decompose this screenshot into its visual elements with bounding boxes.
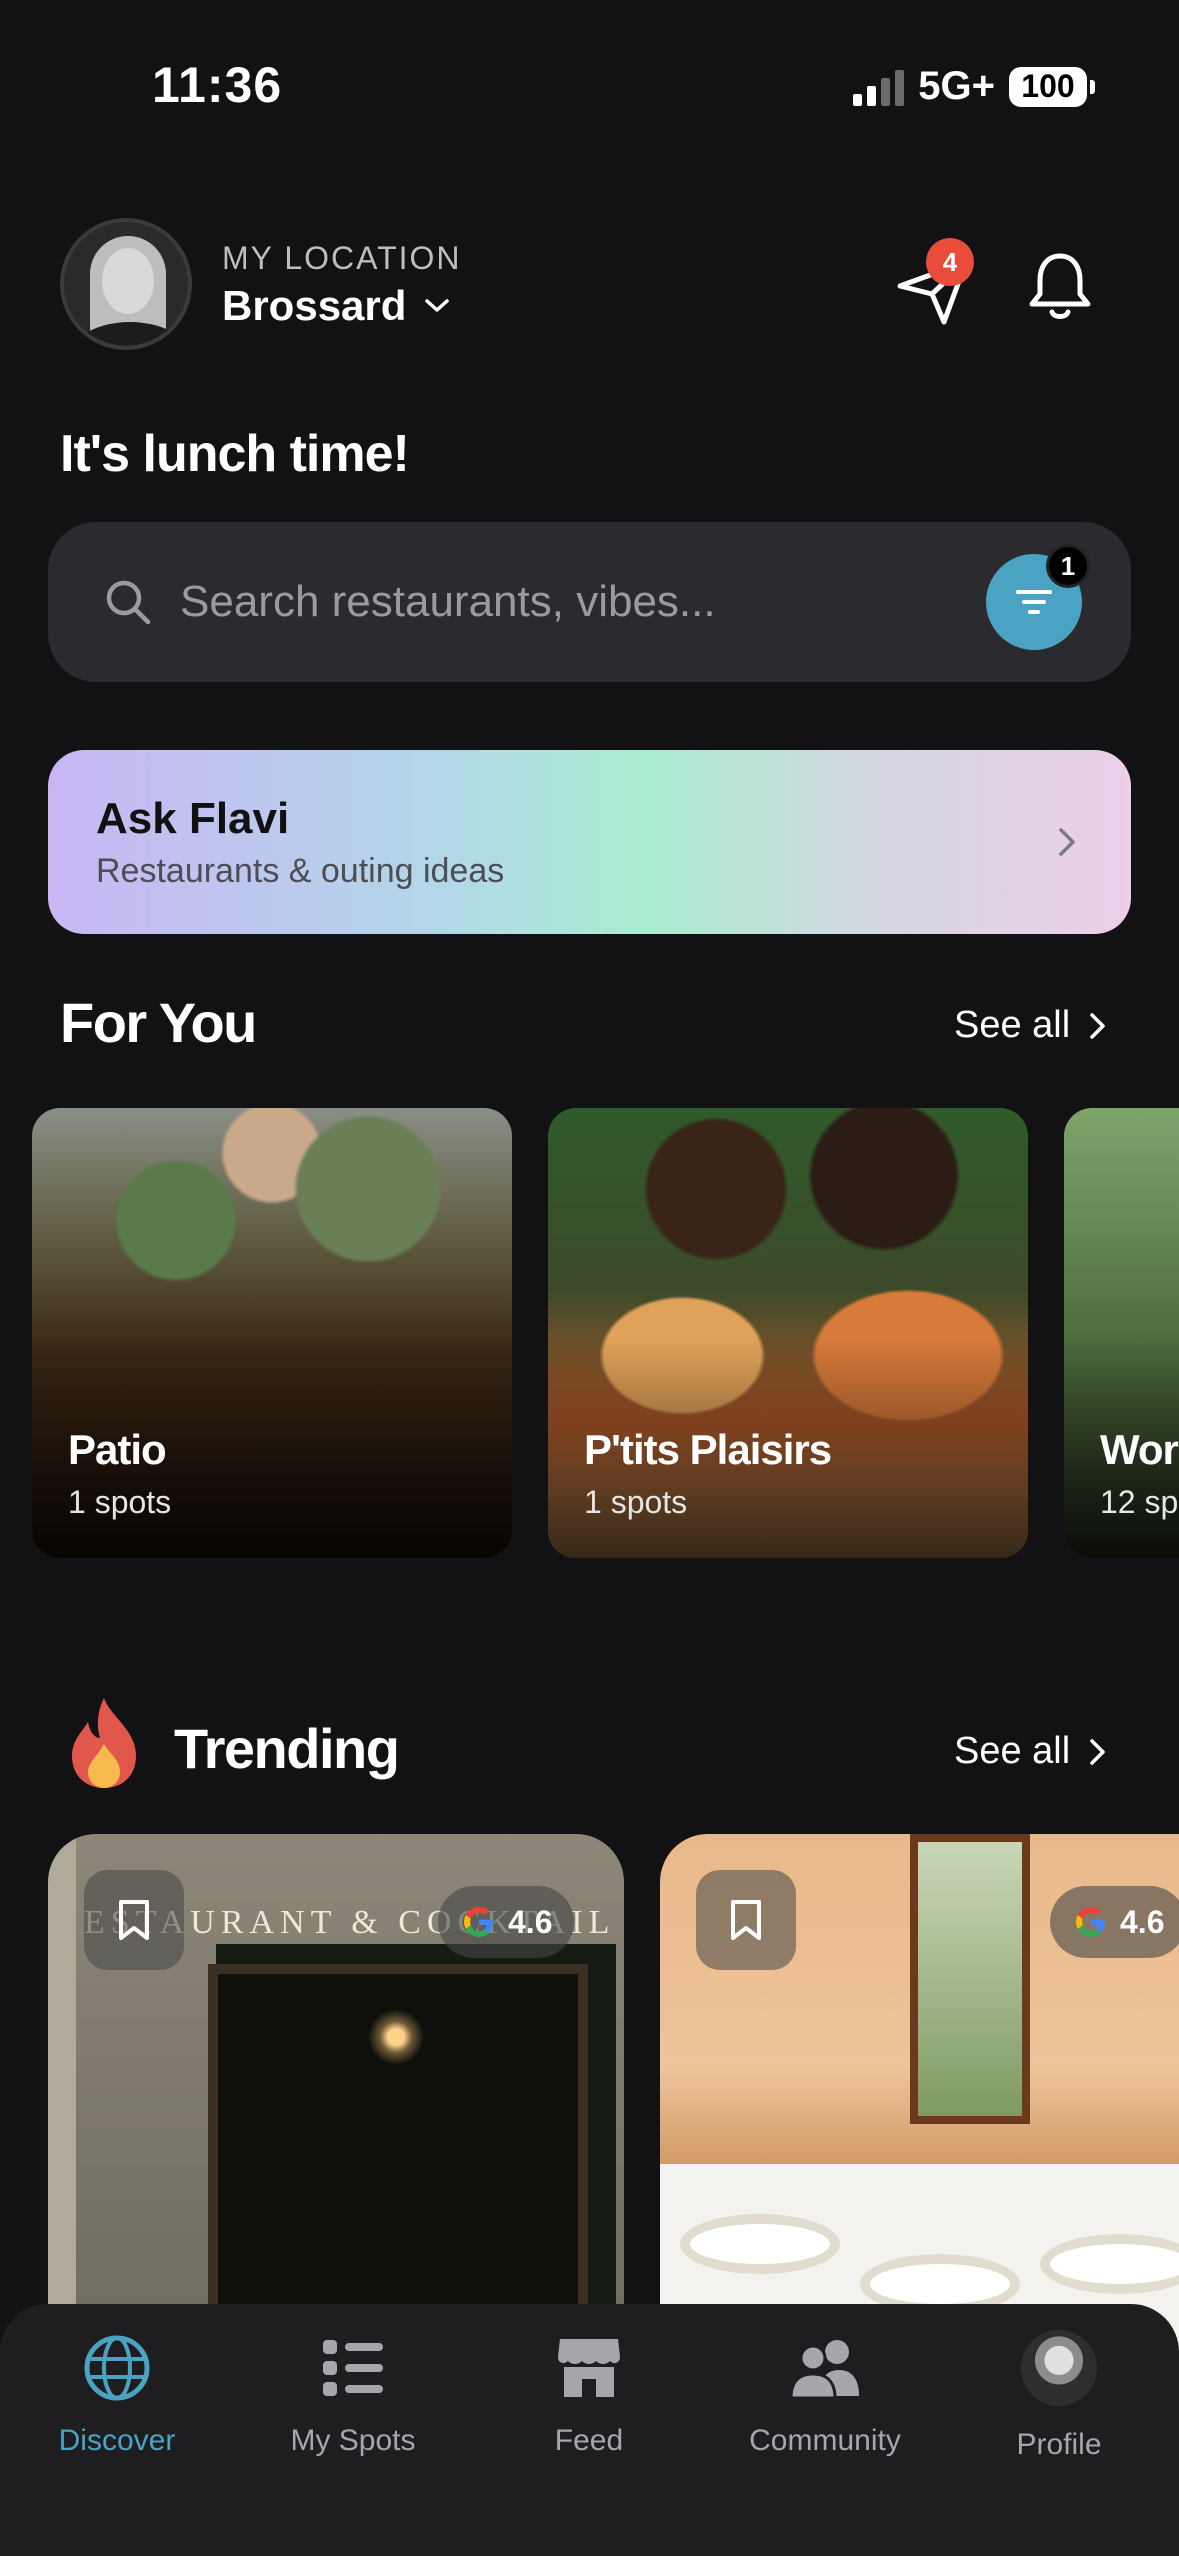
storefront-icon bbox=[558, 2339, 620, 2397]
list-icon bbox=[323, 2340, 383, 2396]
collection-count: 12 spo bbox=[1100, 1484, 1179, 1520]
restaurant-card[interactable]: ESTAURANT & COCKTAIL 4.6 bbox=[48, 1834, 624, 2354]
restaurant-card[interactable]: 4.6 bbox=[660, 1834, 1179, 2354]
filter-icon bbox=[1016, 590, 1052, 614]
collection-title: P'tits Plaisirs bbox=[584, 1426, 832, 1473]
battery-icon: 100 bbox=[1009, 66, 1095, 107]
ask-flavi-title: Ask Flavi bbox=[96, 794, 290, 843]
ask-flavi-banner[interactable]: Ask Flavi Restaurants & outing ideas bbox=[48, 750, 1131, 934]
collection-card[interactable]: Wor 12 spo bbox=[1064, 1108, 1179, 1558]
for-you-carousel[interactable]: Patio 1 spots P'tits Plaisirs 1 spots Wo… bbox=[32, 1108, 1179, 1558]
collection-count: 1 spots bbox=[68, 1484, 172, 1520]
collection-card[interactable]: Patio 1 spots bbox=[32, 1108, 512, 1558]
tab-bar: Discover My Spots Feed Community Profile bbox=[0, 2304, 1179, 2556]
tab-label: Community bbox=[749, 2424, 901, 2457]
search-icon bbox=[106, 580, 151, 625]
people-icon bbox=[789, 2340, 859, 2400]
bookmark-button[interactable] bbox=[84, 1870, 184, 1970]
rating-value: 4.6 bbox=[508, 1903, 553, 1940]
network-type: 5G+ bbox=[918, 64, 995, 108]
google-icon bbox=[1076, 1907, 1105, 1937]
collection-count: 1 spots bbox=[584, 1484, 688, 1520]
messages-badge: 4 bbox=[926, 238, 974, 286]
avatar bbox=[1021, 2330, 1097, 2406]
ask-flavi-subtitle: Restaurants & outing ideas bbox=[96, 852, 505, 890]
globe-icon bbox=[84, 2335, 150, 2401]
chevron-right-icon bbox=[1090, 1738, 1105, 1765]
tab-community[interactable]: Community bbox=[720, 2330, 930, 2490]
location-selector[interactable]: Brossard bbox=[222, 282, 450, 330]
for-you-title: For You bbox=[60, 991, 257, 1054]
chevron-right-icon bbox=[1090, 1012, 1105, 1039]
trending-carousel[interactable]: ESTAURANT & COCKTAIL 4.6 4.6 bbox=[48, 1834, 1179, 2354]
rating-badge: 4.6 bbox=[1050, 1886, 1179, 1958]
tab-profile[interactable]: Profile bbox=[954, 2330, 1164, 2490]
tab-label: Discover bbox=[58, 2424, 176, 2457]
rating-value: 4.6 bbox=[1120, 1903, 1165, 1940]
status-indicators: 5G+ 100 bbox=[853, 64, 1095, 109]
filter-count-badge: 1 bbox=[1046, 544, 1090, 588]
flame-icon bbox=[72, 1698, 136, 1788]
tab-discover[interactable]: Discover bbox=[12, 2330, 222, 2490]
trending-title: Trending bbox=[174, 1717, 400, 1780]
tab-feed[interactable]: Feed bbox=[484, 2330, 694, 2490]
collection-title: Patio bbox=[68, 1426, 167, 1473]
rating-badge: 4.6 bbox=[438, 1886, 575, 1958]
search-bar[interactable] bbox=[48, 522, 1131, 682]
tab-label: My Spots bbox=[290, 2424, 416, 2457]
bookmark-icon bbox=[731, 1900, 761, 1940]
tab-label: Profile bbox=[1016, 2428, 1102, 2461]
see-all-label: See all bbox=[954, 1004, 1071, 1046]
collection-title: Wor bbox=[1100, 1426, 1179, 1473]
tab-my-spots[interactable]: My Spots bbox=[248, 2330, 458, 2490]
collection-card[interactable]: P'tits Plaisirs 1 spots bbox=[548, 1108, 1028, 1558]
for-you-see-all[interactable]: See all bbox=[954, 1004, 1108, 1047]
location-label: MY LOCATION bbox=[222, 240, 462, 276]
status-time: 11:36 bbox=[152, 57, 283, 113]
google-icon bbox=[464, 1907, 493, 1937]
discover-screen: 11:36 5G+ 100 MY LOCATION Brossard 4 It'… bbox=[0, 0, 1179, 2556]
see-all-label: See all bbox=[954, 1730, 1071, 1772]
bookmark-icon bbox=[119, 1900, 149, 1940]
search-input[interactable] bbox=[180, 570, 960, 634]
greeting-heading: It's lunch time! bbox=[60, 425, 410, 483]
chevron-down-icon bbox=[425, 299, 450, 312]
signal-icon bbox=[853, 68, 905, 106]
chevron-right-icon bbox=[1059, 828, 1075, 856]
battery-level: 100 bbox=[1021, 68, 1075, 104]
bell-icon[interactable] bbox=[1020, 246, 1100, 326]
trending-see-all[interactable]: See all bbox=[954, 1730, 1108, 1773]
location-city: Brossard bbox=[222, 282, 407, 329]
tab-label: Feed bbox=[554, 2424, 624, 2457]
bookmark-button[interactable] bbox=[696, 1870, 796, 1970]
restaurant-photo bbox=[910, 1834, 1030, 2124]
avatar[interactable] bbox=[60, 218, 192, 350]
